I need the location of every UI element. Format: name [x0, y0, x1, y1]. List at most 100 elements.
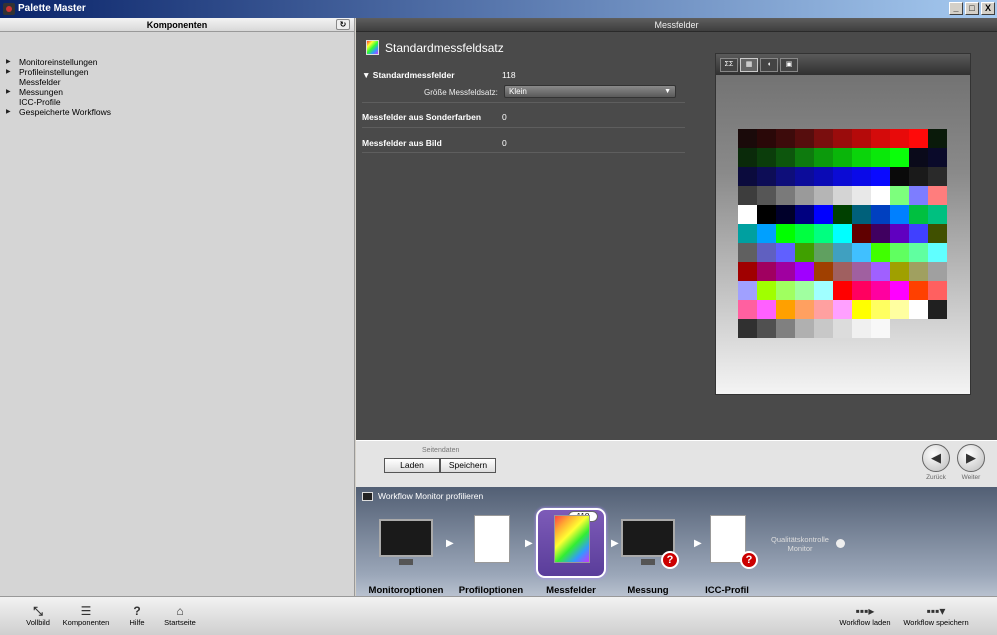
- expand-triangle-icon[interactable]: ▶: [6, 67, 19, 77]
- color-patch: [852, 167, 871, 186]
- question-mark-icon: ?: [740, 551, 758, 569]
- split-view-icon[interactable]: ◖: [760, 57, 778, 72]
- dropdown-arrow-icon: ▼: [664, 88, 671, 95]
- color-patch: [871, 148, 890, 167]
- step-icc-profil[interactable]: ? ICC-Profil: [682, 513, 772, 596]
- color-patch: [814, 262, 833, 281]
- color-patch: [776, 205, 795, 224]
- help-button[interactable]: ? Hilfe: [124, 604, 150, 627]
- step-profiloptionen[interactable]: Profiloptionen: [446, 513, 536, 596]
- patches-header: Messfelder: [356, 18, 997, 32]
- color-patch: [909, 148, 928, 167]
- color-patch: [776, 262, 795, 281]
- color-patch: [833, 243, 852, 262]
- page-data-bar: Seitendaten Laden Speichern ◀ Zurück ▶ W…: [356, 440, 997, 487]
- window-titlebar: Palette Master _ □ X: [0, 0, 997, 18]
- color-patch: [795, 300, 814, 319]
- back-arrow-icon: ◀: [922, 444, 950, 472]
- color-patch: [833, 129, 852, 148]
- step-messung[interactable]: ? Messung: [603, 513, 693, 596]
- workflow-load-icon: ▪▪▪▸: [855, 604, 875, 618]
- help-icon: ?: [133, 604, 141, 618]
- color-patch: [928, 300, 947, 319]
- grid-view-icon[interactable]: ▦: [740, 57, 758, 72]
- list-icon: ☰: [80, 604, 92, 618]
- minimize-button[interactable]: _: [949, 2, 963, 15]
- size-select[interactable]: Klein ▼: [504, 85, 676, 98]
- tree-item-gespeicherte-workflows[interactable]: ▶ Gespeicherte Workflows: [6, 107, 354, 117]
- color-patch: [795, 205, 814, 224]
- color-patch: [757, 243, 776, 262]
- quality-control-toggle-icon[interactable]: [836, 539, 845, 548]
- color-patch: [738, 262, 757, 281]
- color-patch: [890, 129, 909, 148]
- profile-options-icon: [460, 513, 522, 569]
- color-patch: [833, 300, 852, 319]
- color-patch: [890, 205, 909, 224]
- maximize-button[interactable]: □: [965, 2, 979, 15]
- refresh-icon[interactable]: ↻: [336, 19, 350, 30]
- expand-triangle-icon[interactable]: ▶: [6, 57, 19, 67]
- color-patch: [833, 205, 852, 224]
- bottom-toolbar: ⤡ Vollbild ☰ Komponenten ? Hilfe ⌂ Start…: [0, 596, 997, 635]
- patch-grid: [738, 129, 947, 338]
- components-button[interactable]: ☰ Komponenten: [58, 604, 114, 627]
- color-patch: [890, 300, 909, 319]
- workflow-area: Workflow Monitor profilieren 118 Monitor…: [356, 487, 997, 596]
- color-patch: [890, 262, 909, 281]
- separator: [362, 152, 685, 153]
- save-button[interactable]: Speichern: [440, 458, 496, 473]
- separator: [362, 127, 685, 128]
- patch-preview: ΣΣ ▦ ◖ ▣: [715, 53, 971, 395]
- color-patch: [928, 129, 947, 148]
- color-patch: [890, 148, 909, 167]
- color-patch: [814, 148, 833, 167]
- quality-control-label[interactable]: Qualitätskontrolle Monitor: [768, 535, 832, 553]
- home-button[interactable]: ⌂ Startseite: [160, 604, 200, 627]
- next-button[interactable]: ▶ Weiter: [956, 444, 986, 481]
- tree-item-monitoreinstellungen[interactable]: ▶ Monitoreinstellungen: [6, 57, 354, 67]
- color-patch: [757, 319, 776, 338]
- color-patch: [890, 224, 909, 243]
- color-patch: [814, 205, 833, 224]
- page-data-caption: Seitendaten: [422, 447, 460, 454]
- color-patch: [928, 186, 947, 205]
- color-patch: [852, 243, 871, 262]
- color-patch: [795, 319, 814, 338]
- question-mark-icon: ?: [661, 551, 679, 569]
- color-patch: [738, 243, 757, 262]
- icc-profile-icon: ?: [696, 513, 758, 569]
- color-patch: [814, 167, 833, 186]
- color-patch: [852, 262, 871, 281]
- tree-item-messungen[interactable]: ▶ Messungen: [6, 87, 354, 97]
- image-view-icon[interactable]: ▣: [780, 57, 798, 72]
- workflow-save-icon: ▪▪▪▾: [926, 604, 946, 618]
- monitor-options-icon: [375, 513, 437, 569]
- color-patch: [757, 148, 776, 167]
- expand-triangle-icon[interactable]: ▶: [6, 87, 19, 97]
- color-patch: [757, 300, 776, 319]
- tree-item-profileinstellungen[interactable]: ▶ Profileinstellungen: [6, 67, 354, 77]
- color-patch: [871, 205, 890, 224]
- tree-item-messfelder[interactable]: Messfelder: [6, 77, 354, 87]
- fullscreen-icon: ⤡: [33, 604, 43, 618]
- sum-view-icon[interactable]: ΣΣ: [720, 57, 738, 72]
- color-patch: [776, 224, 795, 243]
- close-button[interactable]: X: [981, 2, 995, 15]
- tree-item-icc-profile[interactable]: ICC-Profile: [6, 97, 354, 107]
- back-button[interactable]: ◀ Zurück: [921, 444, 951, 481]
- step-monitoroptionen[interactable]: Monitoroptionen: [361, 513, 451, 596]
- color-patch: [795, 167, 814, 186]
- load-button[interactable]: Laden: [384, 458, 440, 473]
- color-patch: [928, 167, 947, 186]
- color-patch: [890, 243, 909, 262]
- expand-triangle-icon[interactable]: ▶: [6, 107, 19, 117]
- color-patch: [928, 224, 947, 243]
- color-patch: [776, 148, 795, 167]
- color-patch: [871, 224, 890, 243]
- workflow-save-button[interactable]: ▪▪▪▾ Workflow speichern: [900, 604, 972, 627]
- color-patch: [757, 167, 776, 186]
- fullscreen-button[interactable]: ⤡ Vollbild: [22, 604, 54, 627]
- color-patch: [852, 224, 871, 243]
- workflow-load-button[interactable]: ▪▪▪▸ Workflow laden: [834, 604, 896, 627]
